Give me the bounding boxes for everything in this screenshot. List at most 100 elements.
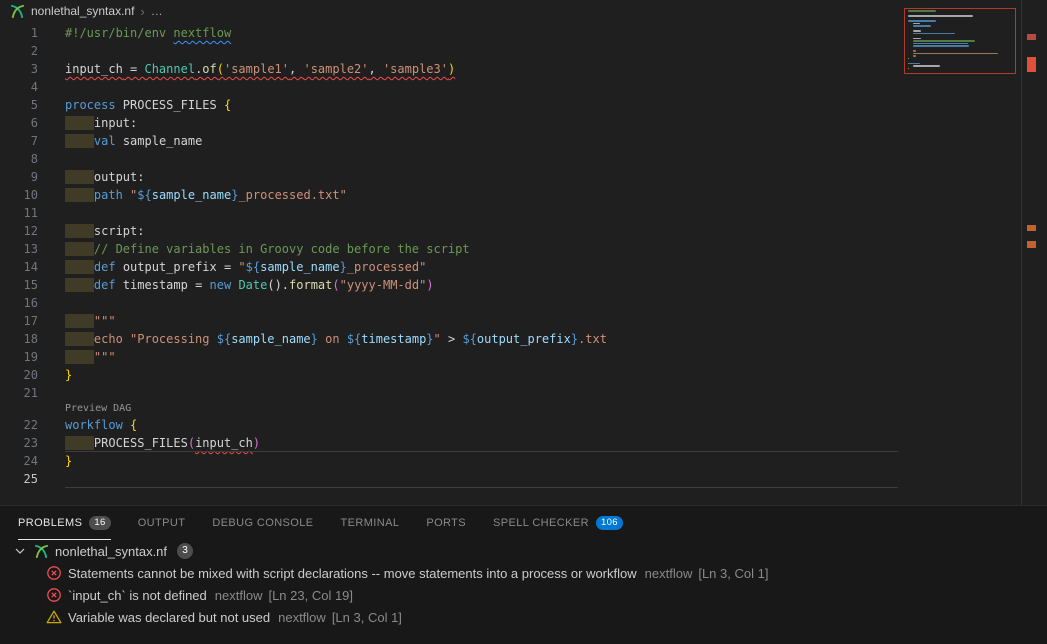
line-number: 22 — [0, 416, 38, 434]
nextflow-file-icon — [34, 544, 49, 559]
minimap-line — [913, 55, 917, 57]
problems-list: Statements cannot be mixed with script d… — [0, 562, 1047, 628]
tab-label: TERMINAL — [341, 517, 400, 529]
code-line[interactable]: 7 val sample_name — [0, 132, 1047, 150]
overview-ruler-mark — [1027, 57, 1036, 72]
error-icon — [46, 565, 62, 581]
chevron-down-icon[interactable] — [12, 543, 28, 559]
minimap-line — [913, 50, 917, 52]
code-line[interactable]: 18 echo "Processing ${sample_name} on ${… — [0, 330, 1047, 348]
minimap-line — [913, 33, 955, 35]
code-line[interactable]: 6 input: — [0, 114, 1047, 132]
tab-label: PROBLEMS — [18, 517, 82, 529]
code-line[interactable]: 25 — [0, 470, 1047, 488]
tab-ports[interactable]: PORTS — [426, 506, 466, 540]
problems-file-row[interactable]: nonlethal_syntax.nf 3 — [0, 540, 1047, 562]
code-line[interactable]: 24} — [0, 452, 1047, 470]
tab-label: OUTPUT — [138, 517, 186, 529]
problems-file-name: nonlethal_syntax.nf — [55, 544, 167, 559]
code-line[interactable]: 13 // Define variables in Groovy code be… — [0, 240, 1047, 258]
line-number: 24 — [0, 452, 38, 470]
code-line[interactable]: 19 """ — [0, 348, 1047, 366]
error-icon — [46, 587, 62, 603]
line-number: 13 — [0, 240, 38, 258]
tab-badge: 16 — [89, 516, 110, 530]
problem-source: nextflow — [215, 588, 263, 603]
editor[interactable]: 1#!/usr/bin/env nextflow23input_ch = Cha… — [0, 22, 1047, 505]
code-line[interactable]: 14 def output_prefix = "${sample_name}_p… — [0, 258, 1047, 276]
problem-source: nextflow — [645, 566, 693, 581]
minimap-line — [908, 20, 936, 22]
line-number: 20 — [0, 366, 38, 384]
line-number: 12 — [0, 222, 38, 240]
minimap[interactable] — [903, 6, 1019, 80]
code-line[interactable]: 2 — [0, 42, 1047, 60]
tab-debug-console[interactable]: DEBUG CONSOLE — [212, 506, 313, 540]
overview-ruler-mark — [1027, 241, 1036, 248]
bottom-panel: PROBLEMS 16 OUTPUT DEBUG CONSOLE TERMINAL POR… — [0, 505, 1047, 644]
code-line[interactable]: 3input_ch = Channel.of('sample1', 'sampl… — [0, 60, 1047, 78]
tab-label: PORTS — [426, 517, 466, 529]
line-number: 2 — [0, 42, 38, 60]
minimap-line — [913, 65, 941, 67]
code-line[interactable]: 21 — [0, 384, 1047, 402]
breadcrumb-file[interactable]: nonlethal_syntax.nf — [31, 4, 134, 18]
problem-location: [Ln 23, Col 19] — [268, 588, 353, 603]
problem-row[interactable]: `input_ch` is not defined nextflow [Ln 23,… — [0, 584, 1047, 606]
problem-row[interactable]: Statements cannot be mixed with script d… — [0, 562, 1047, 584]
code-line[interactable]: 10 path "${sample_name}_processed.txt" — [0, 186, 1047, 204]
line-number: 6 — [0, 114, 38, 132]
code-line[interactable]: 12 script: — [0, 222, 1047, 240]
tab-spell-checker[interactable]: SPELL CHECKER 106 — [493, 506, 623, 540]
code-line[interactable]: 20} — [0, 366, 1047, 384]
code-line[interactable]: 11 — [0, 204, 1047, 222]
minimap-line — [913, 30, 921, 32]
line-number: 8 — [0, 150, 38, 168]
minimap-line — [908, 15, 973, 17]
tab-label: SPELL CHECKER — [493, 517, 589, 529]
minimap-line — [908, 63, 920, 65]
code-line[interactable]: 23 PROCESS_FILES(input_ch) — [0, 434, 1047, 452]
line-number: 16 — [0, 294, 38, 312]
tab-output[interactable]: OUTPUT — [138, 506, 186, 540]
line-number: 9 — [0, 168, 38, 186]
code-line[interactable]: 22workflow { — [0, 416, 1047, 434]
problem-message: Variable was declared but not used — [68, 610, 270, 625]
breadcrumb-separator-icon: › — [140, 4, 144, 19]
code-line[interactable]: 1#!/usr/bin/env nextflow — [0, 24, 1047, 42]
code-line[interactable]: 17 """ — [0, 312, 1047, 330]
breadcrumb-ellipsis[interactable]: … — [151, 4, 163, 18]
line-number: 5 — [0, 96, 38, 114]
line-number: 1 — [0, 24, 38, 42]
problem-source: nextflow — [278, 610, 326, 625]
vscode-window: nonlethal_syntax.nf › … 1#!/usr/bin/env … — [0, 0, 1047, 644]
code-line[interactable]: 8 — [0, 150, 1047, 168]
breadcrumb[interactable]: nonlethal_syntax.nf › … — [0, 0, 1047, 22]
panel-tabbar: PROBLEMS 16 OUTPUT DEBUG CONSOLE TERMINAL POR… — [0, 506, 1047, 540]
tab-label: DEBUG CONSOLE — [212, 517, 313, 529]
line-number: 25 — [0, 470, 38, 488]
line-number: 17 — [0, 312, 38, 330]
problems-count-badge: 3 — [177, 543, 193, 559]
problem-message: `input_ch` is not defined — [68, 588, 207, 603]
warning-icon — [46, 609, 62, 625]
problem-row[interactable]: Variable was declared but not used nextfl… — [0, 606, 1047, 628]
code-line[interactable]: 5process PROCESS_FILES { — [0, 96, 1047, 114]
line-number: 21 — [0, 384, 38, 402]
tab-badge: 106 — [596, 516, 623, 530]
codelens-preview-dag[interactable]: Preview DAG — [65, 402, 1047, 416]
line-number: 15 — [0, 276, 38, 294]
line-number: 3 — [0, 60, 38, 78]
line-number: 19 — [0, 348, 38, 366]
code-line[interactable]: 16 — [0, 294, 1047, 312]
tab-terminal[interactable]: TERMINAL — [341, 506, 400, 540]
line-number: 11 — [0, 204, 38, 222]
tab-problems[interactable]: PROBLEMS 16 — [18, 506, 111, 540]
code-line[interactable]: 15 def timestamp = new Date().format("yy… — [0, 276, 1047, 294]
code-line[interactable]: 9 output: — [0, 168, 1047, 186]
code-lines: 1#!/usr/bin/env nextflow23input_ch = Cha… — [0, 22, 1047, 488]
minimap-line — [913, 25, 931, 27]
code-line[interactable]: 4 — [0, 78, 1047, 96]
line-number: 10 — [0, 186, 38, 204]
nextflow-file-icon — [10, 4, 25, 19]
